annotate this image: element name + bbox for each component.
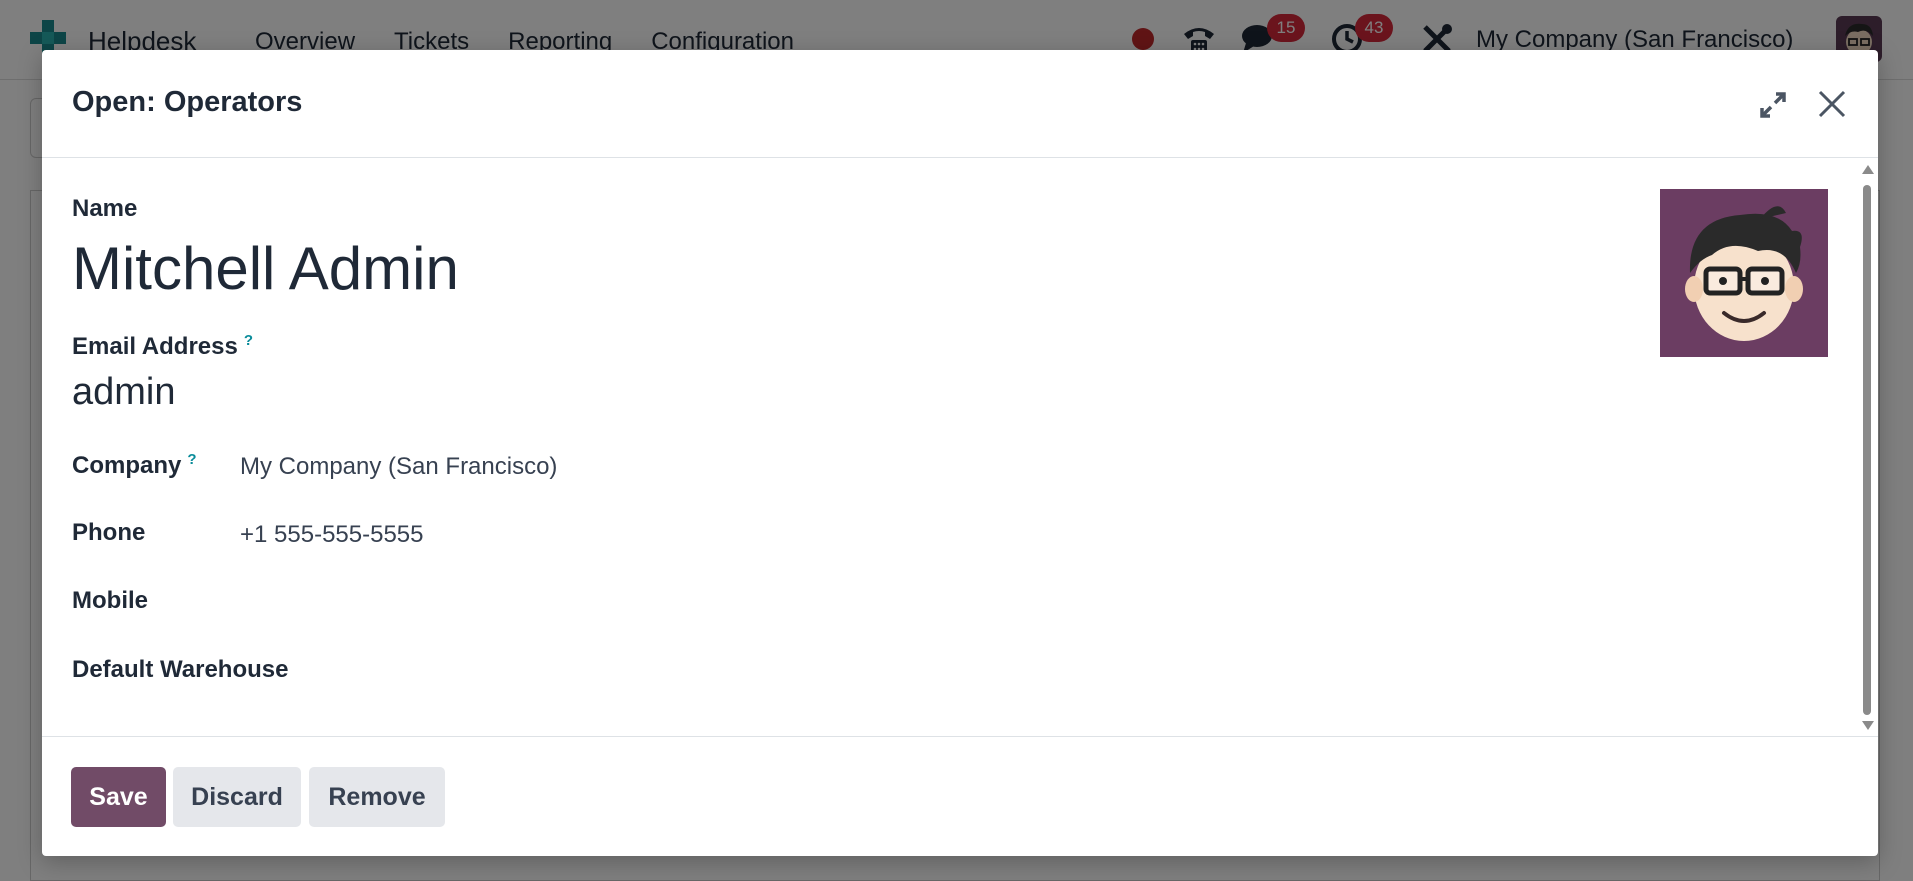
scroll-thumb[interactable] — [1863, 185, 1871, 715]
mobile-label: Mobile — [72, 587, 148, 614]
company-label-text: Company — [72, 452, 182, 479]
dialog-scrollbar[interactable] — [1860, 163, 1874, 733]
operator-photo[interactable] — [1660, 189, 1828, 357]
name-label: Name — [72, 195, 138, 222]
email-help-icon[interactable]: ? — [244, 332, 253, 349]
expand-icon[interactable] — [1756, 88, 1790, 122]
company-field[interactable]: My Company (San Francisco) — [240, 453, 557, 481]
dialog-footer: Save Discard Remove — [42, 736, 1878, 856]
phone-label: Phone — [72, 519, 146, 546]
mobile-field[interactable] — [240, 587, 840, 617]
discard-button[interactable]: Discard — [173, 767, 301, 827]
remove-button[interactable]: Remove — [309, 767, 445, 827]
dialog-body: Name Mitchell Admin Email Address? admin… — [42, 159, 1878, 736]
phone-field[interactable]: +1 555-555-5555 — [240, 521, 424, 549]
company-help-icon[interactable]: ? — [187, 451, 196, 468]
close-icon[interactable] — [1814, 86, 1850, 122]
email-label-text: Email Address — [72, 333, 238, 360]
operator-dialog: Open: Operators Name Mitchell Admin Emai… — [42, 50, 1878, 856]
email-input[interactable]: admin — [72, 371, 176, 414]
scroll-down-icon[interactable] — [1862, 721, 1874, 730]
scroll-up-icon[interactable] — [1862, 165, 1874, 174]
warehouse-field[interactable] — [352, 656, 852, 686]
email-label: Email Address? — [72, 332, 253, 361]
company-label: Company? — [72, 451, 197, 480]
save-button[interactable]: Save — [71, 767, 166, 827]
name-input[interactable]: Mitchell Admin — [72, 234, 459, 303]
warehouse-label: Default Warehouse — [72, 656, 289, 683]
dialog-title: Open: Operators — [72, 86, 303, 118]
dialog-header: Open: Operators — [42, 50, 1878, 158]
